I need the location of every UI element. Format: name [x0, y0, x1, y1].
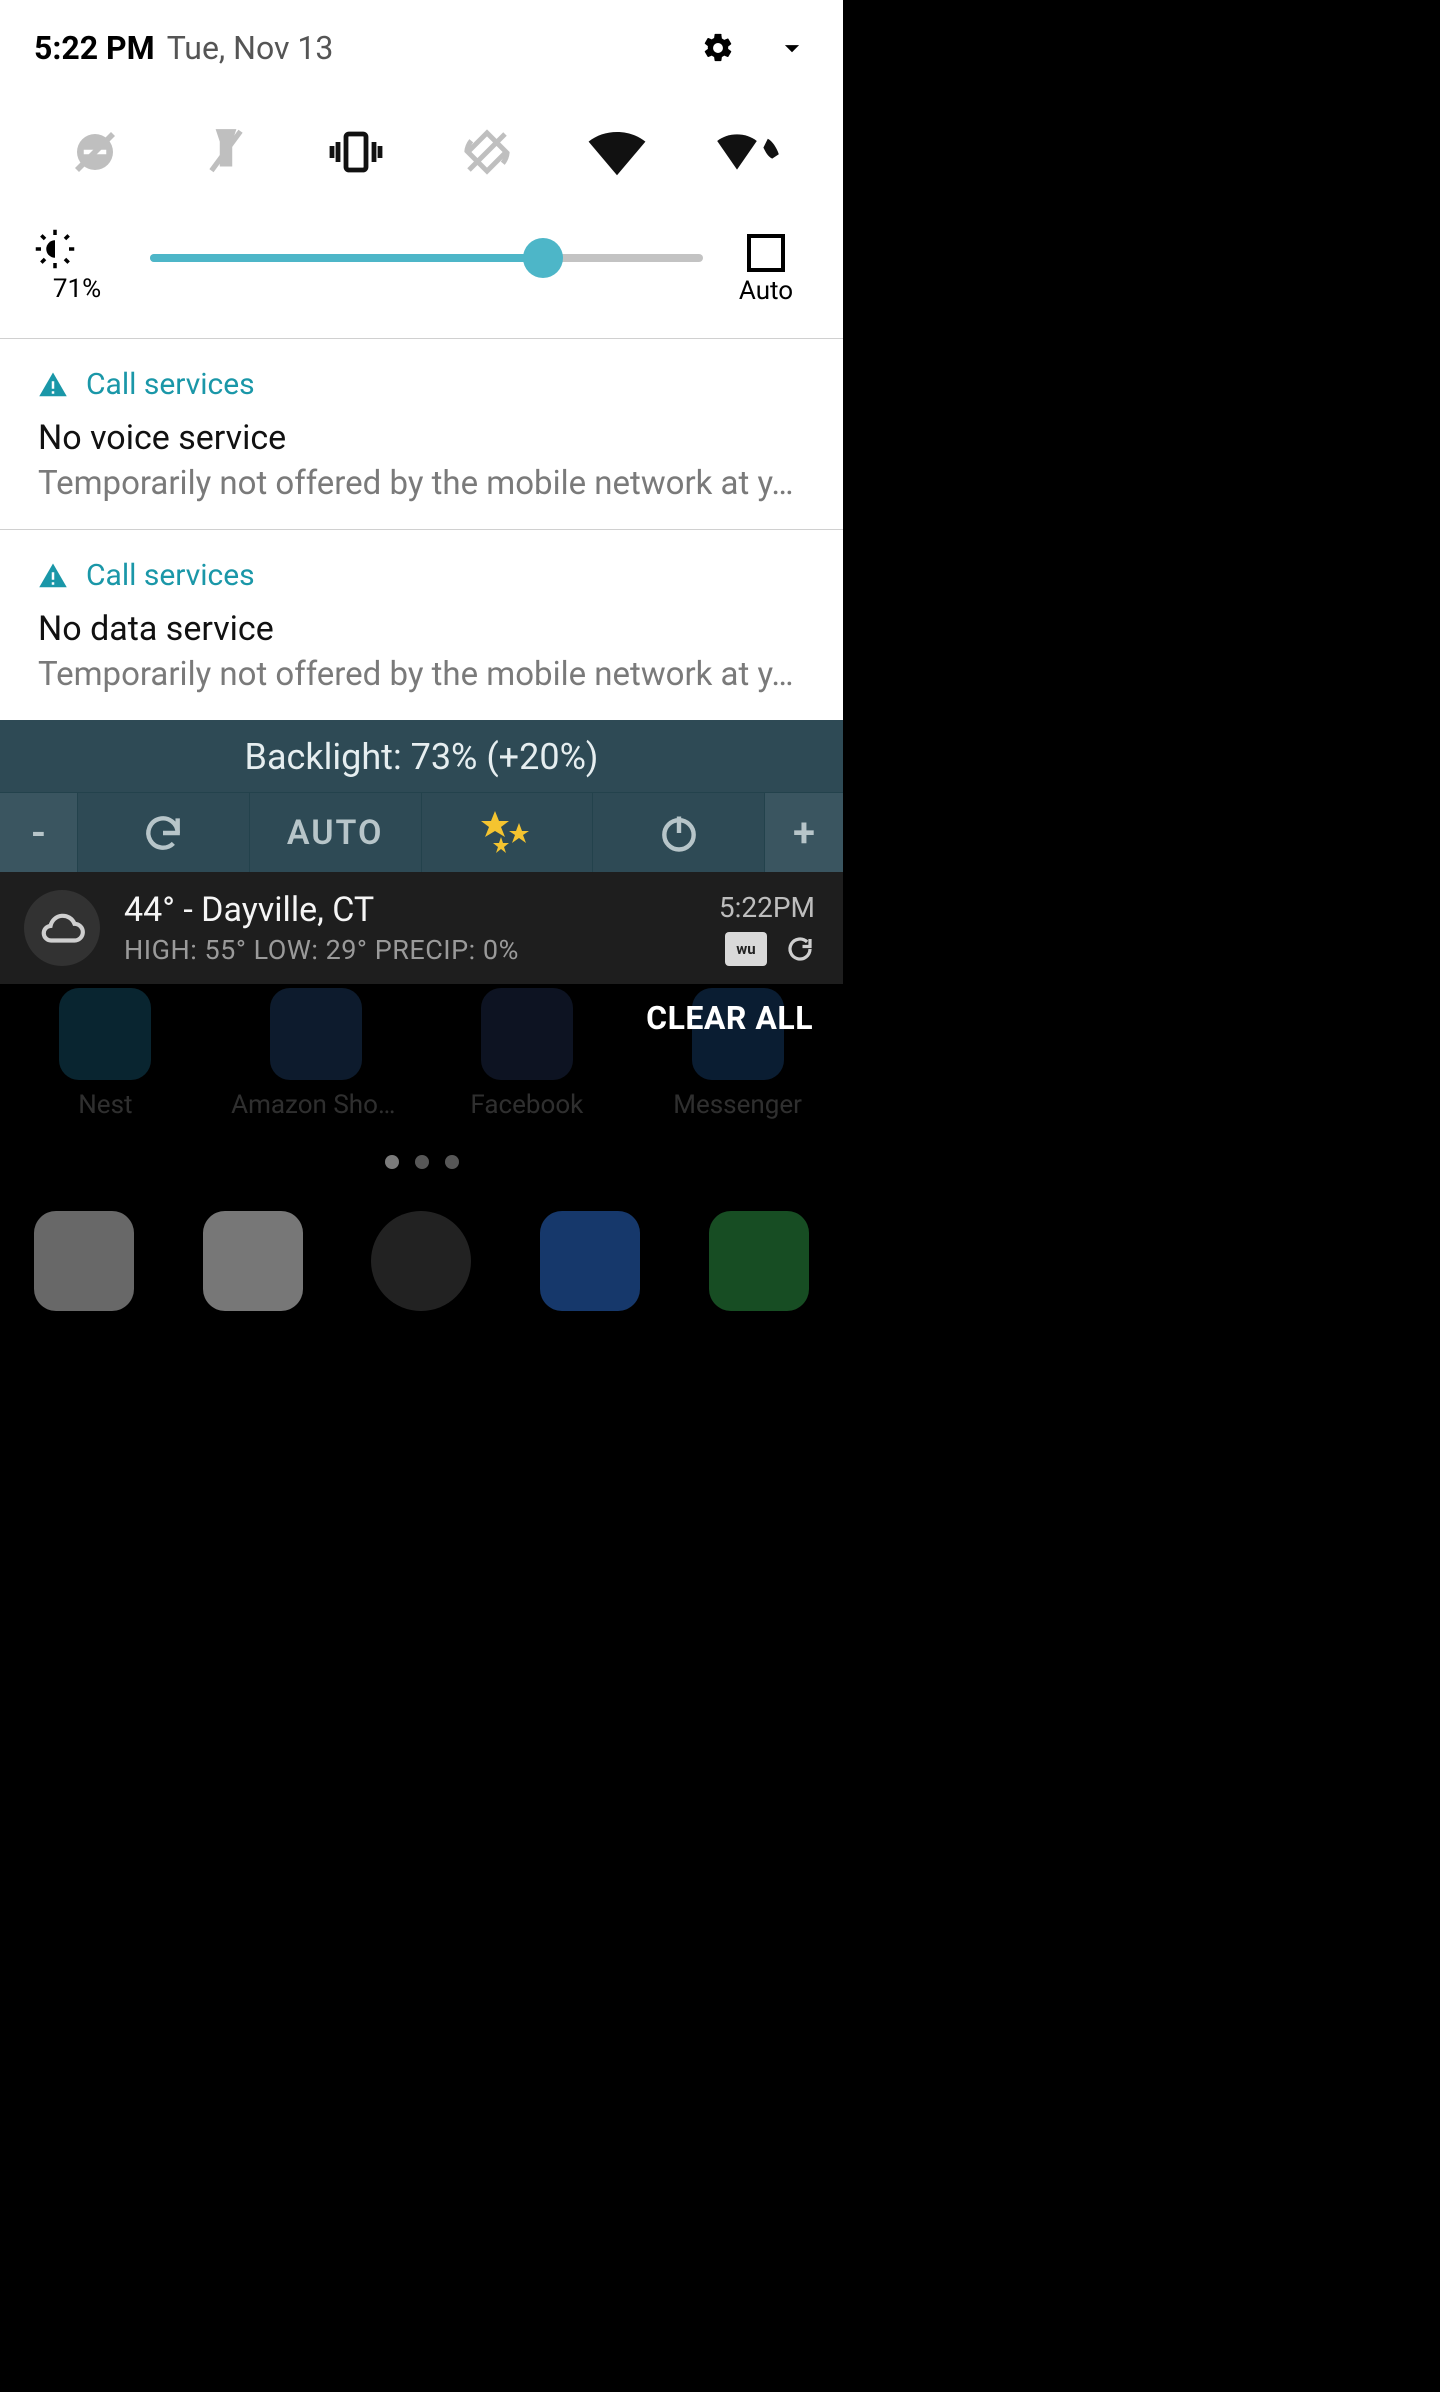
clock: 5:22 PM	[34, 29, 155, 67]
auto-brightness-checkbox[interactable]	[747, 234, 785, 272]
dnd-icon[interactable]	[61, 122, 129, 182]
backlight-plus-button[interactable]: +	[765, 793, 843, 872]
dock-apps[interactable]	[337, 1211, 506, 1311]
backlight-auto-button[interactable]: AUTO	[250, 793, 422, 872]
flashlight-icon[interactable]	[192, 122, 260, 182]
notification-shade: 5:22 PM Tue, Nov 13	[0, 0, 843, 720]
dock-camera[interactable]	[0, 1211, 169, 1311]
wifi-calling-icon[interactable]	[714, 122, 782, 182]
refresh-icon[interactable]	[785, 934, 815, 964]
notification-body: Temporarily not offered by the mobile ne…	[38, 464, 805, 503]
brightness-icon	[34, 228, 120, 270]
quick-settings-row	[0, 78, 843, 208]
notification-app-name: Call services	[86, 558, 255, 593]
weather-notification[interactable]: 44° - Dayville, CT HIGH: 55° LOW: 29° PR…	[0, 872, 843, 984]
dock	[0, 1211, 843, 1311]
page-indicator	[0, 1154, 843, 1173]
auto-rotate-icon[interactable]	[453, 122, 521, 182]
notification-title: No data service	[38, 609, 805, 649]
settings-icon[interactable]	[701, 31, 735, 65]
auto-brightness-label: Auto	[723, 276, 809, 306]
brightness-row: 71% Auto	[0, 208, 843, 338]
home-screen	[0, 1120, 843, 1400]
notification-item[interactable]: Call services No data service Temporaril…	[0, 530, 843, 720]
backlight-notification[interactable]: Backlight: 73% (+20%) - AUTO +	[0, 720, 843, 872]
notification-body: Temporarily not offered by the mobile ne…	[38, 655, 805, 694]
date: Tue, Nov 13	[167, 29, 334, 67]
dock-photos[interactable]	[169, 1211, 338, 1311]
backlight-stars-button[interactable]	[422, 793, 594, 872]
slider-thumb[interactable]	[523, 238, 563, 278]
notification-item[interactable]: Call services No voice service Temporari…	[0, 339, 843, 529]
backlight-minus-button[interactable]: -	[0, 793, 78, 872]
dock-messages[interactable]	[506, 1211, 675, 1311]
vibrate-icon[interactable]	[322, 122, 390, 182]
backlight-title: Backlight: 73% (+20%)	[0, 720, 843, 792]
weather-provider-icon: wu	[725, 932, 767, 966]
brightness-slider[interactable]	[150, 254, 703, 262]
dock-phone[interactable]	[674, 1211, 843, 1311]
notification-app-name: Call services	[86, 367, 255, 402]
alert-icon	[38, 561, 68, 591]
backlight-power-button[interactable]	[593, 793, 765, 872]
clear-all-button[interactable]: CLEAR ALL	[646, 999, 813, 1037]
alert-icon	[38, 370, 68, 400]
weather-time: 5:22PM	[719, 891, 815, 924]
cloud-icon	[24, 890, 100, 966]
notification-title: No voice service	[38, 418, 805, 458]
weather-details: HIGH: 55° LOW: 29° PRECIP: 0%	[124, 934, 695, 966]
weather-summary: 44° - Dayville, CT	[124, 890, 695, 930]
backlight-sync-button[interactable]	[78, 793, 250, 872]
shade-header: 5:22 PM Tue, Nov 13	[0, 0, 843, 78]
brightness-percent-label: 71%	[34, 274, 120, 304]
expand-icon[interactable]	[775, 31, 809, 65]
wifi-icon[interactable]	[583, 122, 651, 182]
